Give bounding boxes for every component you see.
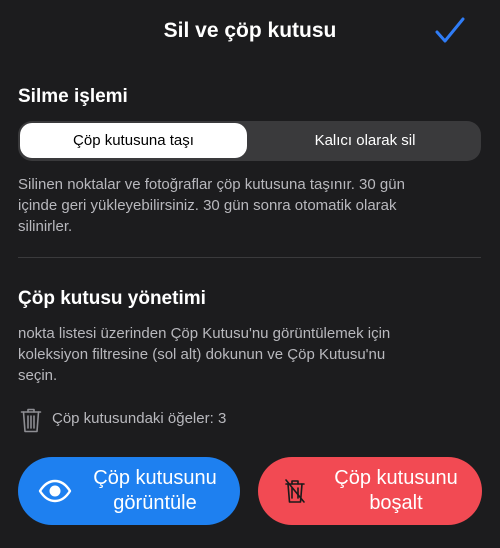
description-line: seçin. [18, 367, 58, 384]
description-line: koleksiyon filtresine (sol alt) dokunun … [18, 346, 386, 363]
section-divider [18, 257, 481, 258]
trash-items-label: Çöp kutusundaki öğeler: 3 [52, 410, 227, 427]
page-title: Sil ve çöp kutusu [163, 19, 337, 42]
empty-trash-button[interactable]: Çöp kutusunu boşalt [258, 457, 482, 525]
trash-management-description: nokta listesi üzerinden Çöp Kutusu'nu gö… [18, 323, 480, 386]
empty-trash-label: Çöp kutusunu boşalt [316, 466, 476, 516]
settings-content: Silme işlemi Çöp kutusuna taşı Kalıcı ol… [0, 66, 500, 548]
button-label-line: Çöp kutusunu [334, 467, 458, 489]
navigation-header: Sil ve çöp kutusu [0, 0, 500, 66]
view-trash-button[interactable]: Çöp kutusunu görüntüle [18, 457, 240, 525]
done-button[interactable] [434, 16, 466, 46]
delete-action-description: Silinen noktalar ve fotoğraflar çöp kutu… [18, 174, 480, 237]
delete-action-title: Silme işlemi [18, 86, 128, 107]
button-label-line: görüntüle [113, 492, 197, 514]
description-line: içinde geri yükleyebilirsiniz. 30 gün so… [18, 197, 397, 214]
trash-slash-icon [285, 479, 305, 503]
button-label-line: Çöp kutusunu [93, 467, 217, 489]
description-line: Silinen noktalar ve fotoğraflar çöp kutu… [18, 176, 405, 193]
segment-move-to-trash[interactable]: Çöp kutusuna taşı [20, 123, 247, 158]
segment-delete-permanently[interactable]: Kalıcı olarak sil [251, 123, 479, 158]
button-label-line: boşalt [369, 492, 423, 514]
trash-management-title: Çöp kutusu yönetimi [18, 288, 206, 309]
trash-items-count: Çöp kutusundaki öğeler: 3 [18, 405, 318, 435]
delete-mode-segmented-control: Çöp kutusuna taşı Kalıcı olarak sil [18, 121, 481, 161]
view-trash-label: Çöp kutusunu görüntüle [76, 466, 234, 516]
description-line: nokta listesi üzerinden Çöp Kutusu'nu gö… [18, 325, 391, 342]
trash-icon [20, 408, 42, 433]
description-line: silinirler. [18, 218, 73, 235]
checkmark-icon [435, 17, 465, 43]
eye-icon [38, 479, 72, 503]
